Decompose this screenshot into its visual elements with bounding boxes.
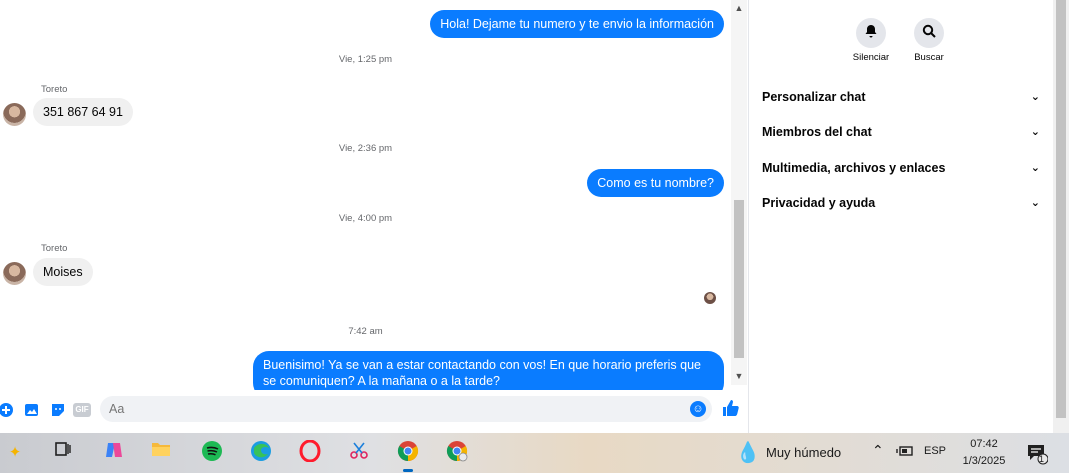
chevron-down-icon: ⌄: [1030, 162, 1040, 174]
timestamp: Vie, 2:36 pm: [338, 143, 393, 154]
plus-circle-icon[interactable]: [0, 402, 14, 418]
search-button[interactable]: Buscar: [899, 18, 959, 63]
message-incoming[interactable]: Moises: [33, 258, 93, 286]
chat-info-panel: Silenciar Buscar Personalizar chat ⌄ Mie…: [748, 0, 1053, 433]
mute-button[interactable]: Silenciar: [841, 18, 901, 63]
avatar[interactable]: [3, 262, 26, 285]
gif-icon[interactable]: GIF: [73, 403, 91, 417]
chat-scrollbar[interactable]: ▲ ▼: [731, 0, 747, 385]
weather-droplet-icon[interactable]: 💧: [735, 440, 761, 466]
section-customize-chat[interactable]: Personalizar chat ⌄: [762, 87, 1042, 107]
chrome-profile-icon[interactable]: [444, 440, 470, 466]
windows-taskbar: ✦ 💧 Muy húmedo ⌃ ESP 1: [0, 433, 1069, 473]
thumbs-up-icon[interactable]: [721, 399, 741, 419]
sticker-icon[interactable]: [50, 402, 66, 418]
language-indicator[interactable]: ESP: [924, 445, 946, 457]
clock-time: 07:42: [970, 438, 998, 450]
section-label: Multimedia, archivos y enlaces: [762, 161, 946, 175]
task-view-icon[interactable]: [50, 440, 76, 466]
edge-browser-icon[interactable]: [248, 440, 274, 466]
scroll-down-arrow-icon[interactable]: ▼: [731, 368, 747, 384]
taskbar-clock[interactable]: 07:42 1/3/2025: [955, 436, 1013, 470]
emoji-icon[interactable]: ☺: [690, 401, 706, 417]
battery-network-icon[interactable]: [896, 443, 914, 462]
widgets-sparkle-icon[interactable]: ✦: [2, 440, 28, 466]
chevron-down-icon: ⌄: [1030, 91, 1040, 103]
opera-browser-icon[interactable]: [297, 439, 323, 466]
conversation[interactable]: Hola! Dejame tu numero y te envio la inf…: [0, 0, 731, 390]
messenger-window: Hola! Dejame tu numero y te envio la inf…: [0, 0, 1069, 433]
clock-date: 1/3/2025: [962, 455, 1006, 467]
snipping-tool-icon[interactable]: [346, 440, 372, 466]
timestamp: 7:42 am: [348, 326, 383, 337]
message-input[interactable]: [100, 396, 712, 422]
spotify-icon[interactable]: [199, 440, 225, 466]
message-outgoing[interactable]: Hola! Dejame tu numero y te envio la inf…: [430, 10, 724, 38]
photo-icon[interactable]: [24, 402, 40, 418]
chevron-down-icon: ⌄: [1030, 126, 1040, 138]
message-incoming[interactable]: 351 867 64 91: [33, 98, 133, 126]
timestamp: Vie, 4:00 pm: [338, 213, 393, 224]
bell-icon: [856, 18, 886, 48]
search-label: Buscar: [914, 52, 944, 63]
section-label: Miembros del chat: [762, 125, 872, 139]
weather-text[interactable]: Muy húmedo: [766, 445, 841, 460]
chevron-up-icon[interactable]: ⌃: [872, 442, 884, 459]
section-media-files-links[interactable]: Multimedia, archivos y enlaces ⌄: [762, 158, 1042, 178]
file-explorer-icon[interactable]: [148, 440, 174, 466]
seen-receipt-avatar: [704, 292, 716, 304]
scrollbar-thumb[interactable]: [1056, 0, 1066, 418]
scroll-up-arrow-icon[interactable]: ▲: [731, 0, 747, 16]
chrome-icon[interactable]: [395, 440, 421, 472]
scrollbar-thumb[interactable]: [734, 200, 744, 358]
message-outgoing[interactable]: Como es tu nombre?: [587, 169, 724, 197]
section-label: Privacidad y ayuda: [762, 196, 876, 210]
section-chat-members[interactable]: Miembros del chat ⌄: [762, 122, 1042, 142]
panel-scrollbar[interactable]: [1053, 0, 1069, 433]
message-outgoing[interactable]: Buenisimo! Ya se van a estar contactando…: [253, 351, 724, 390]
section-label: Personalizar chat: [762, 90, 866, 104]
section-privacy-help[interactable]: Privacidad y ayuda ⌄: [762, 193, 1042, 213]
notification-count-badge: 1: [1039, 454, 1045, 464]
timestamp: Vie, 1:25 pm: [338, 54, 393, 65]
search-icon: [914, 18, 944, 48]
message-composer: GIF ☺: [0, 390, 748, 433]
chevron-down-icon: ⌄: [1030, 197, 1040, 209]
avatar[interactable]: [3, 103, 26, 126]
sender-name: Toreto: [41, 84, 68, 95]
notifications-icon[interactable]: [1026, 443, 1049, 468]
sender-name: Toreto: [41, 243, 68, 254]
mute-label: Silenciar: [852, 52, 890, 63]
copilot-icon[interactable]: [101, 440, 127, 466]
